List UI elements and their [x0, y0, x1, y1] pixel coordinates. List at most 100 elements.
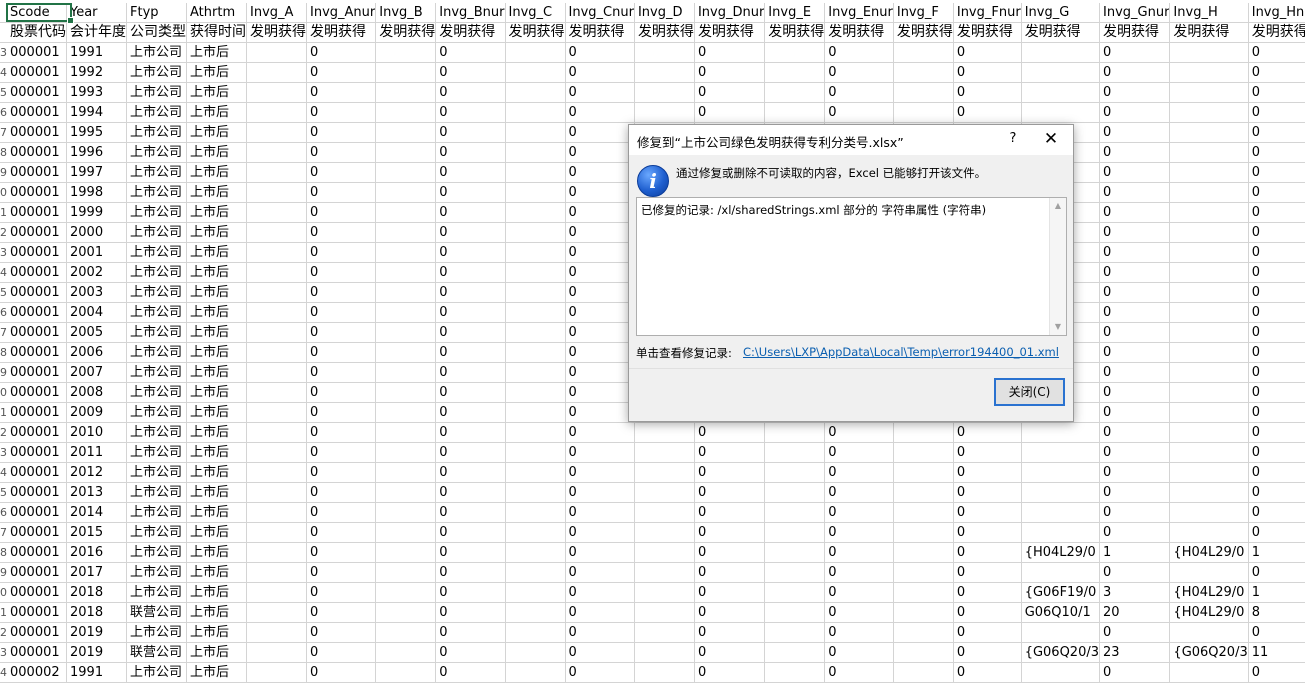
cell[interactable]: 0 [565, 162, 635, 183]
cell[interactable]: 0 [306, 42, 377, 63]
cell[interactable] [1169, 522, 1249, 543]
cell[interactable]: 0 [565, 662, 635, 683]
cell[interactable] [246, 162, 307, 183]
cell[interactable]: 0 [306, 662, 377, 683]
cell[interactable]: 1 [1248, 582, 1305, 603]
cell[interactable]: 0 [1099, 122, 1171, 143]
cell[interactable] [375, 82, 437, 103]
row-number[interactable]: 4 [0, 262, 7, 283]
cell[interactable]: 0 [694, 542, 766, 563]
cell[interactable]: 0 [1099, 622, 1171, 643]
cell[interactable] [764, 662, 826, 683]
cell[interactable] [1021, 662, 1101, 683]
cell[interactable]: 0 [953, 82, 1022, 103]
cell[interactable] [375, 602, 437, 623]
cell[interactable]: 0 [1099, 402, 1171, 423]
cell[interactable] [634, 562, 695, 583]
cell[interactable] [1169, 42, 1249, 63]
cell[interactable]: 0 [1248, 302, 1305, 323]
cell[interactable]: 上市公司 [126, 662, 187, 683]
cell[interactable] [634, 102, 695, 123]
cell[interactable]: 上市公司 [126, 382, 187, 403]
cell[interactable] [246, 322, 307, 343]
cell[interactable] [1169, 162, 1249, 183]
cell[interactable] [1169, 562, 1249, 583]
cell[interactable]: 2014 [66, 502, 127, 523]
cell[interactable]: 0 [565, 482, 635, 503]
close-button[interactable]: 关闭(C) [994, 378, 1065, 406]
cell[interactable]: 发明获得 [1099, 22, 1171, 43]
cell[interactable]: Invg_Dnur [694, 3, 766, 23]
cell[interactable] [1169, 222, 1249, 243]
cell[interactable]: 发明获得 [375, 22, 437, 43]
cell[interactable] [634, 622, 695, 643]
cell[interactable]: 上市后 [186, 382, 247, 403]
cell[interactable]: 1997 [66, 162, 127, 183]
cell[interactable]: 1995 [66, 122, 127, 143]
cell[interactable]: Invg_G [1021, 3, 1101, 23]
cell[interactable]: 发明获得H类 [1248, 22, 1305, 43]
cell[interactable] [1169, 122, 1249, 143]
cell[interactable]: 0 [565, 82, 635, 103]
cell[interactable]: 0 [565, 102, 635, 123]
cell[interactable]: 上市公司 [126, 322, 187, 343]
cell[interactable]: 0 [306, 562, 377, 583]
cell[interactable] [1169, 502, 1249, 523]
cell[interactable]: 上市公司 [126, 482, 187, 503]
cell[interactable]: 发明获得 [565, 22, 635, 43]
cell[interactable]: 0 [1248, 122, 1305, 143]
cell[interactable]: 000001 [7, 282, 67, 303]
cell[interactable]: 000001 [7, 582, 67, 603]
cell[interactable] [1021, 422, 1101, 443]
cell[interactable]: 0 [565, 302, 635, 323]
cell[interactable]: 2010 [66, 422, 127, 443]
cell[interactable] [246, 642, 307, 663]
cell[interactable]: 0 [565, 42, 635, 63]
cell[interactable]: 0 [1248, 262, 1305, 283]
cell[interactable]: 0 [435, 242, 506, 263]
cell[interactable]: 上市后 [186, 622, 247, 643]
cell[interactable]: {H04L29/0 [1169, 542, 1249, 563]
cell[interactable]: 0 [1099, 162, 1171, 183]
cell[interactable]: 发明获得 [694, 22, 766, 43]
cell[interactable]: 0 [824, 82, 894, 103]
cell[interactable]: 0 [953, 582, 1022, 603]
cell[interactable]: 0 [306, 222, 377, 243]
cell[interactable]: 0 [306, 482, 377, 503]
cell[interactable] [246, 182, 307, 203]
cell[interactable] [634, 502, 695, 523]
cell[interactable] [375, 482, 437, 503]
cell[interactable]: 0 [435, 182, 506, 203]
cell[interactable]: 上市公司 [126, 622, 187, 643]
cell[interactable]: 2013 [66, 482, 127, 503]
cell[interactable]: 000001 [7, 402, 67, 423]
cell[interactable] [505, 522, 566, 543]
cell[interactable] [893, 662, 954, 683]
cell[interactable]: 0 [1248, 162, 1305, 183]
cell[interactable] [764, 102, 826, 123]
cell[interactable] [375, 562, 437, 583]
cell[interactable]: 0 [824, 502, 894, 523]
cell[interactable] [764, 442, 826, 463]
cell[interactable] [505, 142, 566, 163]
row-number[interactable]: 7 [0, 322, 7, 343]
row-number[interactable]: 3 [0, 442, 7, 463]
cell[interactable] [375, 662, 437, 683]
cell[interactable] [375, 302, 437, 323]
cell[interactable]: 000001 [7, 202, 67, 223]
cell[interactable]: 0 [306, 422, 377, 443]
cell[interactable] [893, 642, 954, 663]
cell[interactable]: 000001 [7, 102, 67, 123]
cell[interactable] [505, 322, 566, 343]
cell[interactable]: 0 [565, 342, 635, 363]
log-scrollbar[interactable]: ▲ ▼ [1049, 198, 1066, 335]
cell[interactable]: 0 [694, 502, 766, 523]
cell[interactable]: 0 [435, 302, 506, 323]
cell[interactable]: 0 [435, 142, 506, 163]
cell[interactable] [246, 442, 307, 463]
cell[interactable]: 0 [435, 102, 506, 123]
cell[interactable]: 0 [435, 582, 506, 603]
cell[interactable]: 2012 [66, 462, 127, 483]
cell[interactable]: 0 [1248, 482, 1305, 503]
row-number[interactable]: 1 [0, 202, 7, 223]
